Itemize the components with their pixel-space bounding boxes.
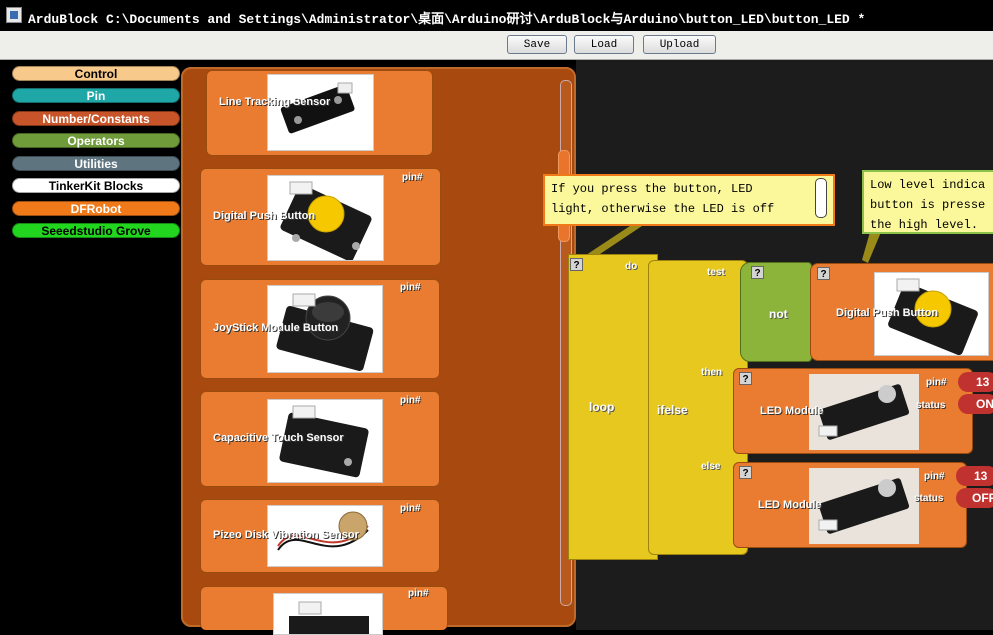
pin-label: pin# (400, 395, 421, 406)
category-utilities[interactable]: Utilities (12, 156, 180, 171)
loop-block[interactable]: ? do loop (568, 254, 658, 560)
block-label: LED Module (760, 405, 824, 417)
block-pizeo-disk-vibration-sensor[interactable]: pin# Pizeo Disk Vibration Sensor (200, 499, 440, 573)
pin-number-13[interactable]: 13 (958, 372, 993, 392)
block-label: Pizeo Disk Vibration Sensor (213, 529, 359, 541)
save-button[interactable]: Save (507, 35, 567, 54)
status-label: status (916, 400, 946, 411)
pin-number-13[interactable]: 13 (956, 466, 993, 486)
app-icon (6, 7, 22, 23)
comment-note-2[interactable]: Low level indica button is presse the hi… (862, 170, 993, 234)
block-joystick-module-button[interactable]: pin# JoyStick Module Button (200, 279, 440, 379)
load-button[interactable]: Load (574, 35, 634, 54)
led-module-photo (809, 468, 919, 544)
pin-label: pin# (400, 503, 421, 514)
canvas-digital-push-button[interactable]: ? Digital Push Button (810, 263, 993, 361)
module-photo (273, 593, 383, 635)
category-control[interactable]: Control (12, 66, 180, 81)
category-pin[interactable]: Pin (12, 88, 180, 103)
led-module-photo (809, 374, 919, 450)
window-title: ArduBlock C:\Documents and Settings\Admi… (28, 12, 866, 27)
toolbar: Save Load Upload (0, 31, 993, 60)
pin-label: pin# (402, 172, 423, 183)
category-seeedstudio[interactable]: Seeedstudio Grove (12, 223, 180, 238)
line-sensor-photo (267, 74, 374, 151)
category-palette: Control Pin Number/Constants Operators U… (6, 60, 187, 630)
help-icon[interactable]: ? (739, 466, 752, 479)
loop-do-label: do (625, 261, 638, 272)
title-bar: ArduBlock C:\Documents and Settings\Admi… (0, 0, 993, 31)
help-icon[interactable]: ? (751, 266, 764, 279)
ifelse-else-label: else (701, 461, 721, 472)
not-label: not (769, 307, 788, 321)
status-on[interactable]: ON (958, 394, 993, 414)
block-digital-push-button[interactable]: pin# Digital Push Button (200, 168, 441, 266)
comment-scrollbar[interactable] (815, 178, 827, 218)
help-icon[interactable]: ? (817, 267, 830, 280)
loop-label: loop (589, 400, 615, 414)
ifelse-then-label: then (701, 367, 723, 378)
pin-label: pin# (400, 282, 421, 293)
category-dfrobot[interactable]: DFRobot (12, 201, 180, 216)
help-icon[interactable]: ? (739, 372, 752, 385)
pin-label: pin# (926, 377, 947, 388)
pin-label: pin# (408, 588, 429, 599)
block-label: Line Tracking Sensor (219, 96, 331, 108)
status-off[interactable]: OFF (956, 488, 993, 508)
block-label: LED Module (758, 499, 822, 511)
block-label: Capacitive Touch Sensor (213, 432, 344, 444)
upload-button[interactable]: Upload (643, 35, 716, 54)
block-capacitive-touch-sensor[interactable]: pin# Capacitive Touch Sensor (200, 391, 440, 487)
block-label: JoyStick Module Button (213, 322, 339, 334)
block-label: Digital Push Button (213, 210, 316, 222)
pin-label: pin# (924, 471, 945, 482)
block-line-tracking-sensor[interactable]: Line Tracking Sensor (206, 70, 433, 156)
block-label: Digital Push Button (836, 307, 939, 319)
led-module-block-1[interactable]: ? LED Module pin# status (733, 368, 973, 454)
block-module-partial[interactable]: pin# (200, 586, 448, 635)
led-module-block-2[interactable]: ? LED Module pin# status (733, 462, 967, 548)
category-number-constants[interactable]: Number/Constants (12, 111, 180, 126)
not-block[interactable]: ? not (740, 262, 812, 362)
category-tinkerkit[interactable]: TinkerKit Blocks (12, 178, 180, 193)
comment-note-1[interactable]: If you press the button, LED light, othe… (543, 174, 835, 226)
category-operators[interactable]: Operators (12, 133, 180, 148)
status-label: status (914, 493, 944, 504)
ifelse-test-label: test (707, 267, 725, 278)
ifelse-label: ifelse (657, 403, 688, 417)
help-icon[interactable]: ? (570, 258, 583, 271)
